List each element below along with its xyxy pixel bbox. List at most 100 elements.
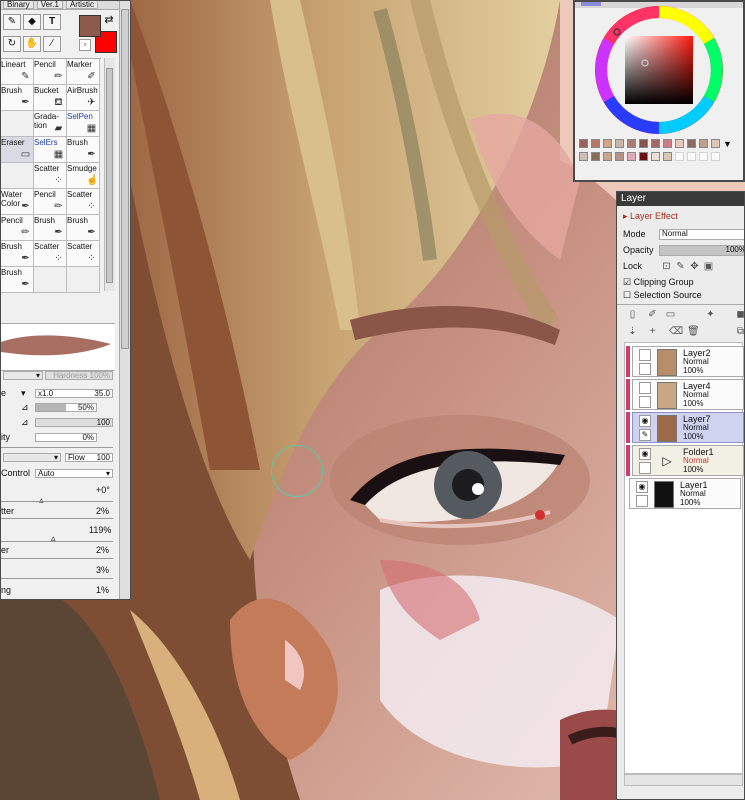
- layer-list-scrollbar[interactable]: [624, 774, 743, 786]
- visibility-eye-icon[interactable]: ◉: [636, 481, 648, 493]
- spread-value[interactable]: 119%: [89, 525, 111, 536]
- layer-lock-icon[interactable]: [636, 495, 648, 507]
- size-slider[interactable]: x1.0 35.0: [35, 389, 113, 398]
- new-folder-icon[interactable]: ▭: [665, 309, 676, 320]
- transparent-color-icon[interactable]: ▫: [79, 39, 91, 51]
- eyedropper-icon[interactable]: ⁄: [43, 36, 61, 52]
- hardness-field[interactable]: Hardness 100%: [45, 371, 113, 380]
- brush-tool-airbrush[interactable]: AirBrush ✈: [67, 85, 100, 111]
- palette-swatch-empty[interactable]: [675, 152, 684, 161]
- palette-menu-icon[interactable]: ▼: [723, 139, 732, 149]
- brush-tool-selpen[interactable]: SelPen ▦: [67, 111, 100, 137]
- blending-value[interactable]: 1%: [96, 585, 109, 596]
- flow-slider[interactable]: Flow 100: [65, 453, 113, 462]
- palette-swatch[interactable]: [639, 139, 648, 148]
- layer-row[interactable]: Layer2 Normal 100%: [632, 346, 744, 377]
- layer-mask-icon[interactable]: ◼: [735, 309, 744, 320]
- palette-swatch[interactable]: [639, 152, 648, 161]
- extra-value[interactable]: 3%: [96, 565, 109, 576]
- palette-swatch[interactable]: [603, 139, 612, 148]
- palette-swatch[interactable]: [687, 139, 696, 148]
- brush-tool-scatter[interactable]: Scatter ⁘: [67, 241, 100, 267]
- layer-lock-icon[interactable]: ✎: [639, 429, 651, 441]
- layer-row[interactable]: Layer4 Normal 100%: [632, 379, 744, 410]
- brush-tool-pencil[interactable]: Pencil ✏: [1, 215, 34, 241]
- brush-tool-brush[interactable]: Brush ✒: [1, 85, 34, 111]
- palette-swatch[interactable]: [675, 139, 684, 148]
- primary-color-swatch[interactable]: [79, 15, 101, 37]
- brush-tool-eraser[interactable]: Eraser ▭: [1, 137, 34, 163]
- swap-colors-icon[interactable]: ⇄: [102, 14, 116, 28]
- brush-tool-gradation[interactable]: Grada- tion ▰: [34, 111, 67, 137]
- tab-binary[interactable]: Binary: [3, 1, 34, 9]
- palette-swatch[interactable]: [663, 152, 672, 161]
- brush-tool-scatter[interactable]: Scatter ⁘: [34, 163, 67, 189]
- transfer-down-icon[interactable]: ⇣: [627, 326, 638, 337]
- magic-wand-icon[interactable]: ✎: [3, 14, 21, 30]
- palette-swatch[interactable]: [591, 152, 600, 161]
- new-vector-layer-icon[interactable]: ✐: [647, 309, 658, 320]
- palette-swatch[interactable]: [603, 152, 612, 161]
- brush-tool-lineart[interactable]: Lineart ✎: [1, 59, 34, 85]
- control-select[interactable]: Auto ▾: [35, 469, 113, 478]
- palette-swatch[interactable]: [711, 139, 720, 148]
- brush-tool-pencil[interactable]: Pencil ✏: [34, 59, 67, 85]
- brush-tool-scatter[interactable]: Scatter ⁘: [67, 189, 100, 215]
- brush-tool-selers[interactable]: SelErs ▦: [34, 137, 67, 163]
- new-layer-icon[interactable]: ▯: [627, 309, 638, 320]
- layer-opacity-slider[interactable]: 100%: [659, 245, 744, 256]
- layer-lock-icon[interactable]: [639, 363, 651, 375]
- brush-tool-empty[interactable]: [34, 267, 67, 293]
- lock-paint-icon[interactable]: ✎: [675, 261, 686, 272]
- palette-swatch[interactable]: [579, 152, 588, 161]
- brush-tool-bucket[interactable]: Bucket ⛾: [34, 85, 67, 111]
- density-slider[interactable]: 100: [35, 418, 113, 427]
- brush-tool-scatter[interactable]: Scatter ⁘: [34, 241, 67, 267]
- shape-tool-icon[interactable]: ◆: [23, 14, 41, 30]
- saturation-value-square[interactable]: [625, 36, 693, 104]
- lock-all-icon[interactable]: ▣: [703, 261, 714, 272]
- brush-tool-marker[interactable]: Marker ✐: [67, 59, 100, 85]
- palette-swatch-empty[interactable]: [699, 152, 708, 161]
- tab-artistic[interactable]: Artistic: [65, 1, 98, 9]
- folder-expand-icon[interactable]: ▷: [657, 448, 677, 475]
- visibility-eye-icon[interactable]: [639, 349, 651, 361]
- layer-row[interactable]: ◉ Layer1 Normal 100%: [629, 478, 741, 509]
- brush-tool-watercolor[interactable]: Water Color ✒: [1, 189, 34, 215]
- palette-swatch[interactable]: [627, 152, 636, 161]
- jitter-value[interactable]: 2%: [96, 545, 109, 556]
- brush-tool-pencil[interactable]: Pencil ✏: [34, 189, 67, 215]
- spread-slider-handle[interactable]: ▵: [51, 533, 56, 544]
- scatter-value[interactable]: 2%: [96, 506, 109, 517]
- tab-ver1[interactable]: Ver.1: [36, 1, 63, 9]
- brush-grid-scrollbar[interactable]: [104, 58, 115, 291]
- text-tool-icon[interactable]: T: [43, 14, 61, 30]
- size-dropdown-icon[interactable]: ▾: [21, 388, 26, 399]
- brush-tool-empty[interactable]: [1, 111, 34, 137]
- selection-source-checkbox[interactable]: ☐ Selection Source: [623, 290, 702, 301]
- clipping-group-checkbox[interactable]: ☑ Clipping Group: [623, 277, 694, 288]
- clear-layer-icon[interactable]: ⌫: [669, 326, 683, 337]
- lock-transparency-icon[interactable]: ⊡: [661, 261, 672, 272]
- palette-swatch[interactable]: [663, 139, 672, 148]
- brush-tool-brush[interactable]: Brush ✒: [1, 241, 34, 267]
- texture-select[interactable]: ▾: [3, 453, 61, 462]
- min-size-slider[interactable]: 50%: [35, 403, 97, 412]
- rotate-icon[interactable]: ↻: [3, 36, 21, 52]
- merge-visible-icon[interactable]: ⧉: [735, 326, 744, 337]
- palette-swatch[interactable]: [651, 139, 660, 148]
- brush-tool-smudge[interactable]: Smudge ☝: [67, 163, 100, 189]
- merge-down-icon[interactable]: +: [647, 326, 658, 337]
- hand-icon[interactable]: ✋: [23, 36, 41, 52]
- brush-tool-empty[interactable]: [67, 267, 100, 293]
- layer-effects-star-icon[interactable]: ✦: [705, 309, 716, 320]
- palette-swatch-empty[interactable]: [687, 152, 696, 161]
- palette-swatch[interactable]: [579, 139, 588, 148]
- layer-row[interactable]: ◉ ✎ Layer7 Normal 100%: [632, 412, 744, 443]
- layer-folder-row[interactable]: ◉ ▷ Folder1 Normal 100%: [632, 445, 744, 476]
- layer-lock-icon[interactable]: [639, 462, 651, 474]
- opacity-slider[interactable]: 0%: [35, 433, 97, 442]
- brush-tool-empty[interactable]: [1, 163, 34, 189]
- blend-mode-select[interactable]: ▾: [3, 371, 43, 380]
- palette-swatch-empty[interactable]: [711, 152, 720, 161]
